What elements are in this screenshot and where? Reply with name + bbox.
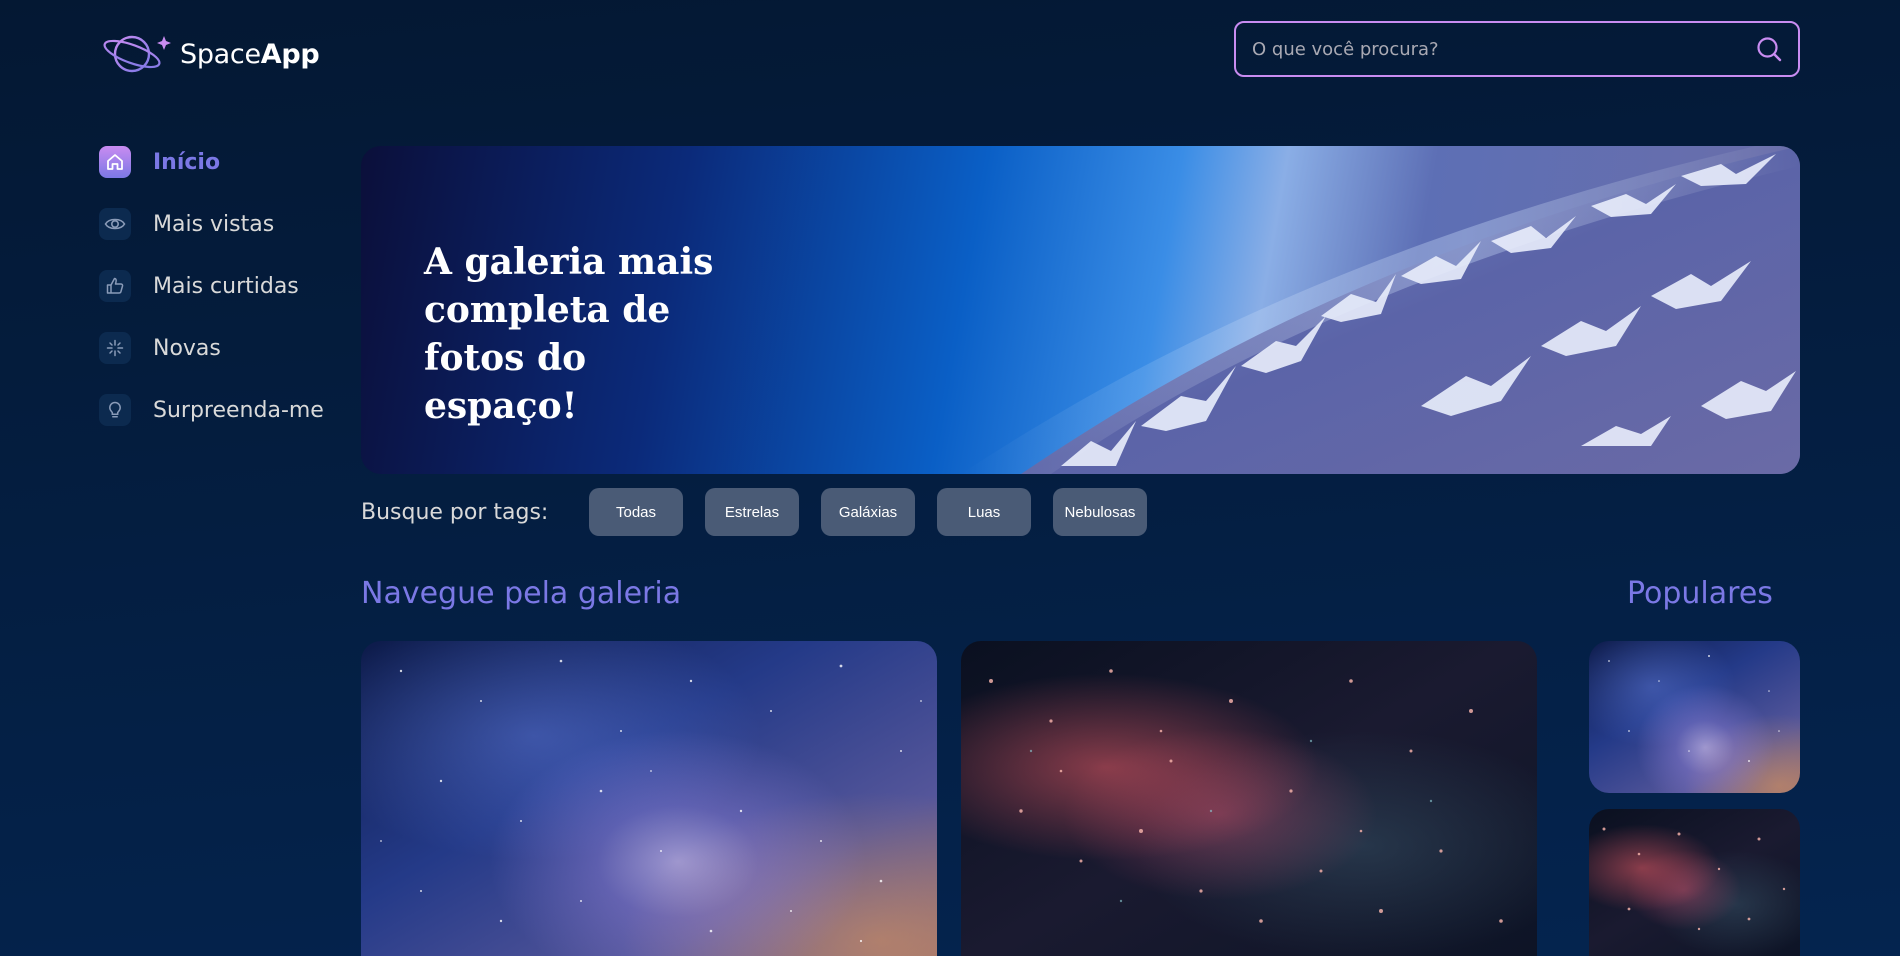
thumbs-up-icon bbox=[99, 270, 131, 302]
sidebar-item-mais-vistas[interactable]: Mais vistas bbox=[99, 208, 324, 240]
sidebar-item-mais-curtidas[interactable]: Mais curtidas bbox=[99, 270, 324, 302]
tags-label: Busque por tags: bbox=[361, 499, 549, 525]
search-input[interactable] bbox=[1252, 38, 1754, 60]
logo-text-light: Space bbox=[180, 38, 261, 70]
logo[interactable]: SpaceApp bbox=[102, 30, 320, 78]
star-field bbox=[380, 659, 922, 943]
planet-logo-icon bbox=[103, 35, 171, 73]
tag-todas[interactable]: Todas bbox=[589, 488, 683, 536]
tag-filter-bar: Busque por tags: Todas Estrelas Galáxias… bbox=[361, 488, 1169, 536]
page: SpaceApp Início Mais vistas bbox=[0, 0, 1900, 956]
logo-text-bold: App bbox=[260, 38, 320, 70]
popular-thumb-milky-way[interactable] bbox=[1589, 641, 1800, 793]
banner-title: A galeria mais completa de fotos do espa… bbox=[424, 241, 714, 427]
sidebar-item-label: Mais curtidas bbox=[153, 273, 299, 299]
lightbulb-icon bbox=[99, 394, 131, 426]
popular-title: Populares bbox=[1627, 576, 1773, 611]
sidebar-item-label: Novas bbox=[153, 335, 221, 361]
tag-nebulosas[interactable]: Nebulosas bbox=[1053, 488, 1147, 536]
sidebar-item-surpreenda-me[interactable]: Surpreenda-me bbox=[99, 394, 324, 426]
home-icon bbox=[99, 146, 131, 178]
gallery-card-milky-way[interactable] bbox=[361, 641, 937, 956]
star-field bbox=[1602, 827, 1786, 931]
sidebar-nav: Início Mais vistas Mais curtidas Novas S… bbox=[99, 146, 324, 456]
hero-banner: A galeria mais completa de fotos do espa… bbox=[361, 146, 1800, 474]
eye-icon bbox=[99, 208, 131, 240]
gallery-title: Navegue pela galeria bbox=[361, 576, 682, 611]
gallery-card-red-nebula[interactable] bbox=[961, 641, 1537, 956]
logo-text: SpaceApp bbox=[180, 38, 320, 70]
search-bar bbox=[1234, 21, 1800, 77]
tag-luas[interactable]: Luas bbox=[937, 488, 1031, 536]
tag-estrelas[interactable]: Estrelas bbox=[705, 488, 799, 536]
sidebar-item-label: Surpreenda-me bbox=[153, 397, 324, 423]
sidebar-item-label: Início bbox=[153, 149, 221, 175]
sidebar-item-inicio[interactable]: Início bbox=[99, 146, 324, 178]
search-icon[interactable] bbox=[1754, 34, 1784, 64]
sidebar-item-novas[interactable]: Novas bbox=[99, 332, 324, 364]
star-field bbox=[989, 669, 1503, 923]
star-field bbox=[1608, 655, 1780, 762]
tag-galaxias[interactable]: Galáxias bbox=[821, 488, 915, 536]
sidebar-item-label: Mais vistas bbox=[153, 211, 275, 237]
sparkle-icon bbox=[99, 332, 131, 364]
popular-thumb-red-nebula[interactable] bbox=[1589, 809, 1800, 956]
